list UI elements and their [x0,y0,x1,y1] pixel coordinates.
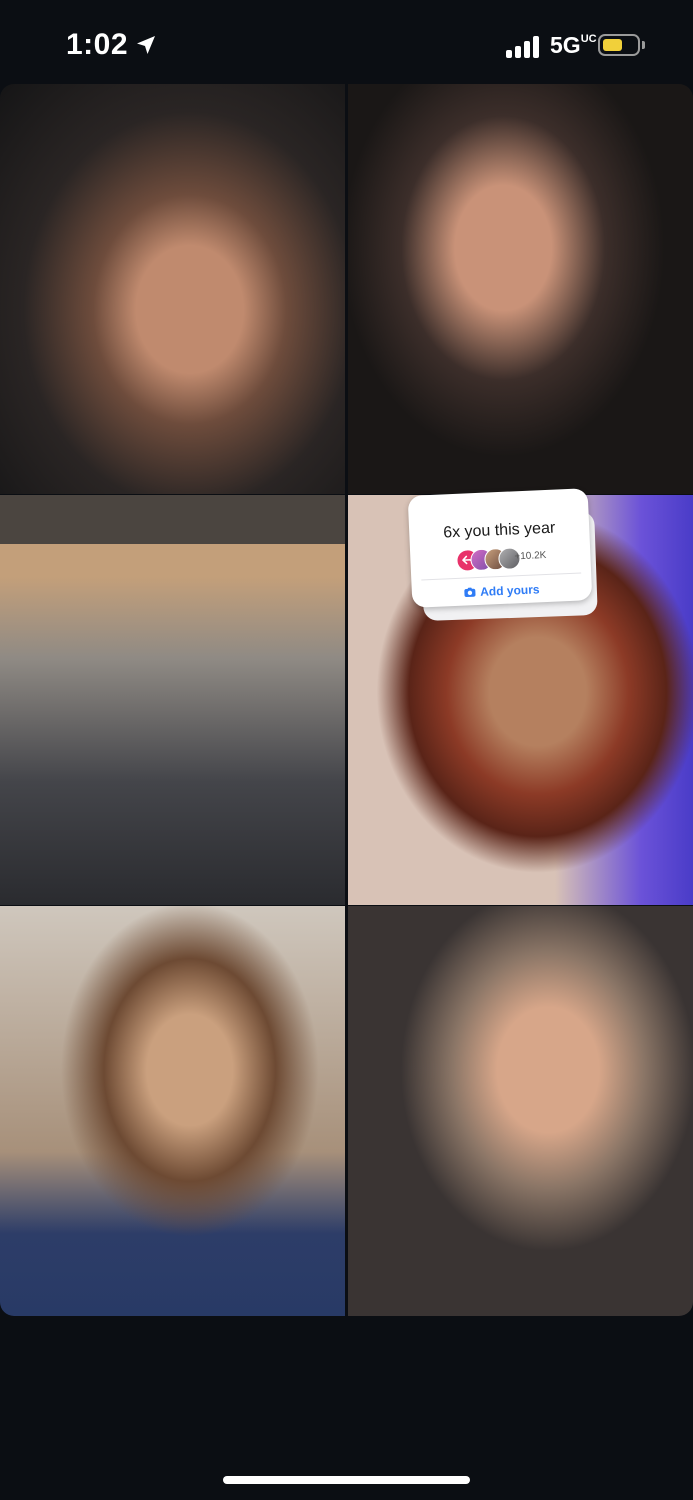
photo-grid [0,84,693,1316]
camera-icon [464,587,476,597]
sticker-card[interactable]: 6x you this year +10.2K Add yours [407,488,593,608]
network-badge: UC [580,33,597,45]
battery-icon [598,34,640,56]
add-yours-label: Add yours [479,582,540,599]
photo-tile-1[interactable] [0,84,345,494]
network-type: 5GUC [550,32,597,58]
participant-count: +10.2K [514,549,547,563]
photo-tile-2[interactable] [348,84,693,494]
photo-tile-5[interactable] [0,906,345,1316]
cellular-signal-icon [506,36,542,58]
battery-level [603,39,622,51]
participant-avatars [456,547,521,572]
divider [421,572,582,581]
battery-tip [642,41,645,49]
home-indicator[interactable] [223,1476,470,1484]
sticker-title: 6x you this year [442,519,556,542]
add-yours-button[interactable]: Add yours [412,580,592,602]
status-bar: 1:02 5GUC [0,0,693,84]
status-time: 1:02 [66,28,129,61]
add-yours-sticker[interactable]: 6x you this year +10.2K Add yours [407,488,598,622]
photo-tile-3[interactable] [0,495,345,905]
location-arrow-icon [137,36,155,54]
photo-tile-6[interactable] [348,906,693,1316]
